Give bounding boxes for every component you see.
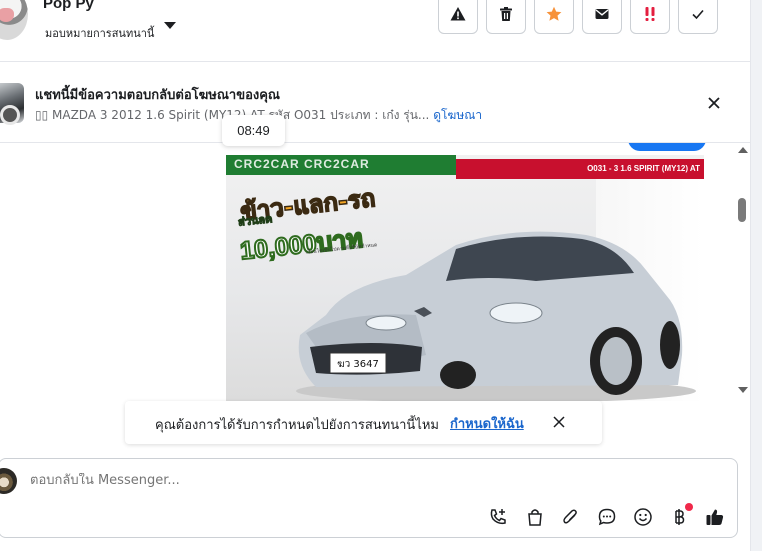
- assign-prompt-text: คุณต้องการได้รับการกำหนดไปยังการสนทนานี้…: [155, 418, 439, 433]
- ad-thumbnail[interactable]: [0, 83, 24, 125]
- scrollbar-thumb[interactable]: [738, 198, 746, 222]
- check-icon: [692, 9, 704, 20]
- follow-up-button[interactable]: [630, 0, 670, 34]
- add-call-icon: [490, 509, 506, 525]
- outgoing-message-bubble[interactable]: [628, 143, 706, 151]
- report-button[interactable]: [438, 0, 478, 34]
- message-scrollbar[interactable]: [735, 143, 750, 401]
- envelope-icon: [595, 9, 609, 19]
- page-avatar: [0, 468, 17, 494]
- scroll-down-arrow-icon[interactable]: [738, 387, 748, 393]
- emoji-button[interactable]: [633, 507, 653, 527]
- trash-icon: [500, 7, 512, 21]
- done-button[interactable]: [678, 0, 718, 34]
- emoji-icon: [634, 508, 652, 526]
- conversation-header: Pop Py มอบหมายการสนทนานี้: [0, 0, 750, 62]
- chevron-down-icon[interactable]: [164, 22, 176, 29]
- star-icon: [546, 6, 562, 21]
- assign-to-me-link[interactable]: กำหนดให้ฉัน: [450, 413, 524, 434]
- scroll-up-arrow-icon[interactable]: [738, 147, 748, 153]
- reply-input[interactable]: [30, 473, 630, 488]
- timestamp-tooltip: 08:49: [222, 115, 285, 146]
- star-button[interactable]: [534, 0, 574, 34]
- window-edge: [750, 0, 762, 551]
- paperclip-icon: [563, 509, 577, 524]
- reply-composer: [0, 458, 738, 538]
- close-icon[interactable]: [552, 415, 566, 429]
- exclamation-icon: [645, 7, 655, 21]
- like-button[interactable]: [705, 507, 725, 527]
- banner-green: CRC2CAR CRC2CAR: [226, 155, 456, 175]
- ad-image-message[interactable]: CRC2CAR CRC2CAR O031 - 3 1.6 SPIRIT (MY1…: [226, 155, 704, 401]
- banner-model-text: O031 - 3 1.6 SPIRIT (MY12) AT: [456, 159, 704, 179]
- conversation-panel: Pop Py มอบหมายการสนทนานี้ แชทนี้มีข้อควา…: [0, 0, 762, 551]
- close-icon[interactable]: [704, 93, 724, 113]
- ad-reference-title: แชทนี้มีข้อความตอบกลับต่อโฆษณาของคุณ: [35, 88, 280, 103]
- mark-unread-button[interactable]: [582, 0, 622, 34]
- message-list[interactable]: CRC2CAR CRC2CAR O031 - 3 1.6 SPIRIT (MY1…: [0, 143, 750, 401]
- warning-icon: [450, 7, 466, 21]
- delete-button[interactable]: [486, 0, 526, 34]
- ad-reference-bar: แชทนี้มีข้อความตอบกลับต่อโฆษณาของคุณ ▯▯ …: [0, 63, 750, 143]
- thumbs-up-icon: [706, 509, 724, 525]
- license-plate: ฆว 3647: [337, 359, 379, 370]
- attach-button[interactable]: [561, 507, 581, 527]
- notification-dot: [685, 503, 693, 511]
- avatar[interactable]: [0, 0, 28, 40]
- add-call-button[interactable]: [488, 507, 508, 527]
- assign-prompt: คุณต้องการได้รับการกำหนดไปยังการสนทนานี้…: [125, 401, 602, 444]
- banner-brand-text: CRC2CAR CRC2CAR: [234, 157, 370, 171]
- contact-name[interactable]: Pop Py: [43, 0, 94, 12]
- saved-replies-button[interactable]: [597, 507, 617, 527]
- chat-bubble-icon: [598, 508, 616, 526]
- shopping-bag-icon: [528, 509, 542, 526]
- shop-button[interactable]: [525, 507, 545, 527]
- assign-conversation-dropdown[interactable]: มอบหมายการสนทนานี้: [45, 24, 154, 42]
- view-ad-link[interactable]: ดูโฆษณา: [433, 108, 482, 122]
